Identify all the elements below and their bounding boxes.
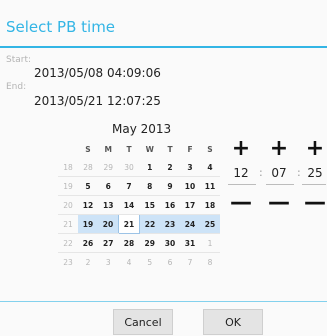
hour-value[interactable]: 12 <box>226 166 256 180</box>
second-value[interactable]: 25 <box>300 166 327 180</box>
weekday-header: F <box>187 144 193 154</box>
calendar-day[interactable]: 9 <box>160 176 180 196</box>
time-separator: : <box>259 166 263 179</box>
calendar-day[interactable]: 16 <box>160 195 180 215</box>
calendar-day[interactable]: 15 <box>139 195 160 215</box>
calendar-day[interactable]: 28 <box>118 233 140 253</box>
calendar-day[interactable]: 30 <box>160 233 180 253</box>
hour-decrement-button[interactable]: — <box>228 190 254 215</box>
second-decrement-button[interactable]: — <box>302 190 327 215</box>
hour-underline <box>228 184 256 185</box>
second-increment-button[interactable]: + <box>302 136 327 161</box>
dialog-title: Select PB time <box>6 18 116 36</box>
calendar-day[interactable]: 7 <box>180 253 200 272</box>
calendar-day[interactable]: 8 <box>200 253 220 272</box>
calendar-day[interactable]: 30 <box>118 158 140 177</box>
calendar-day[interactable]: 4 <box>200 158 220 177</box>
calendar-day-current[interactable]: 21 <box>118 214 140 234</box>
calendar-day[interactable]: 18 <box>200 195 220 215</box>
weekday-header: S <box>85 144 91 154</box>
calendar-day-selected[interactable]: 22 <box>139 214 160 234</box>
weekday-header: W <box>145 144 154 154</box>
minute-underline <box>266 184 294 185</box>
calendar-day-selected[interactable]: 19 <box>78 214 98 234</box>
hour-increment-button[interactable]: + <box>228 136 254 161</box>
ok-button[interactable]: OK <box>203 309 263 335</box>
start-value[interactable]: 2013/05/08 04:09:06 <box>34 66 161 80</box>
week-number: 21 <box>58 214 78 234</box>
end-value[interactable]: 2013/05/21 12:07:25 <box>34 94 161 108</box>
calendar-day[interactable]: 2 <box>78 253 98 272</box>
calendar-month-label: May 2013 <box>112 122 172 136</box>
calendar-day-selected[interactable]: 23 <box>160 214 180 234</box>
calendar-day[interactable]: 6 <box>98 176 119 196</box>
cancel-button[interactable]: Cancel <box>113 309 173 335</box>
minute-increment-button[interactable]: + <box>266 136 292 161</box>
calendar-day[interactable]: 14 <box>118 195 140 215</box>
calendar-day[interactable]: 2 <box>160 158 180 177</box>
weekday-header: S <box>207 144 213 154</box>
calendar-day-selected[interactable]: 25 <box>200 214 220 234</box>
calendar-day[interactable]: 31 <box>180 233 200 253</box>
calendar-week-row: 20 12 13 14 15 16 17 18 <box>58 195 220 215</box>
button-bar-divider <box>0 301 327 302</box>
weekday-header: M <box>104 144 112 154</box>
calendar-day[interactable]: 5 <box>78 176 98 196</box>
week-number: 22 <box>58 233 78 253</box>
calendar-day[interactable]: 5 <box>140 253 161 272</box>
week-number: 19 <box>58 176 78 196</box>
calendar-day[interactable]: 29 <box>98 158 119 177</box>
calendar-week-row: 19 5 6 7 8 9 10 11 <box>58 176 220 196</box>
calendar-day[interactable]: 17 <box>180 195 200 215</box>
calendar-week-row: 23 2 3 4 5 6 7 8 <box>58 253 220 272</box>
calendar-day[interactable]: 7 <box>118 176 140 196</box>
calendar-day[interactable]: 12 <box>78 195 98 215</box>
calendar-day-selected[interactable]: 24 <box>180 214 200 234</box>
end-label: End: <box>6 82 27 92</box>
select-pb-time-dialog: Select PB time Start: 2013/05/08 04:09:0… <box>0 0 327 336</box>
calendar-week-row: 22 26 27 28 29 30 31 1 <box>58 233 220 253</box>
calendar-day[interactable]: 13 <box>98 195 119 215</box>
calendar-day[interactable]: 29 <box>139 233 160 253</box>
calendar-day[interactable]: 6 <box>160 253 180 272</box>
calendar-day-selected[interactable]: 20 <box>98 214 119 234</box>
week-number: 18 <box>58 158 78 177</box>
week-number-header <box>58 140 78 158</box>
calendar-day[interactable]: 10 <box>180 176 200 196</box>
minute-decrement-button[interactable]: — <box>266 190 292 215</box>
start-label: Start: <box>6 55 32 65</box>
calendar-day[interactable]: 1 <box>139 158 160 177</box>
calendar-day[interactable]: 8 <box>139 176 160 196</box>
minute-value[interactable]: 07 <box>264 166 294 180</box>
weekday-header: T <box>167 144 173 154</box>
weekday-header: T <box>126 144 132 154</box>
calendar-day[interactable]: 3 <box>98 253 119 272</box>
calendar-day[interactable]: 3 <box>180 158 200 177</box>
calendar-day[interactable]: 1 <box>200 233 220 253</box>
calendar-week-row: 18 28 29 30 1 2 3 4 <box>58 158 220 177</box>
week-number: 23 <box>63 257 73 267</box>
calendar-day[interactable]: 27 <box>98 233 119 253</box>
calendar-day[interactable]: 26 <box>78 233 98 253</box>
week-number: 20 <box>58 195 78 215</box>
calendar-week-row-selected: 21 19 20 21 22 23 24 25 <box>58 214 220 234</box>
second-underline <box>302 184 326 185</box>
title-divider <box>0 46 327 48</box>
calendar-grid: S M T W T F S 18 28 29 30 1 2 3 4 19 5 6… <box>58 140 220 271</box>
calendar-day[interactable]: 4 <box>119 253 140 272</box>
calendar-day[interactable]: 28 <box>78 158 98 177</box>
calendar-day[interactable]: 11 <box>200 176 220 196</box>
